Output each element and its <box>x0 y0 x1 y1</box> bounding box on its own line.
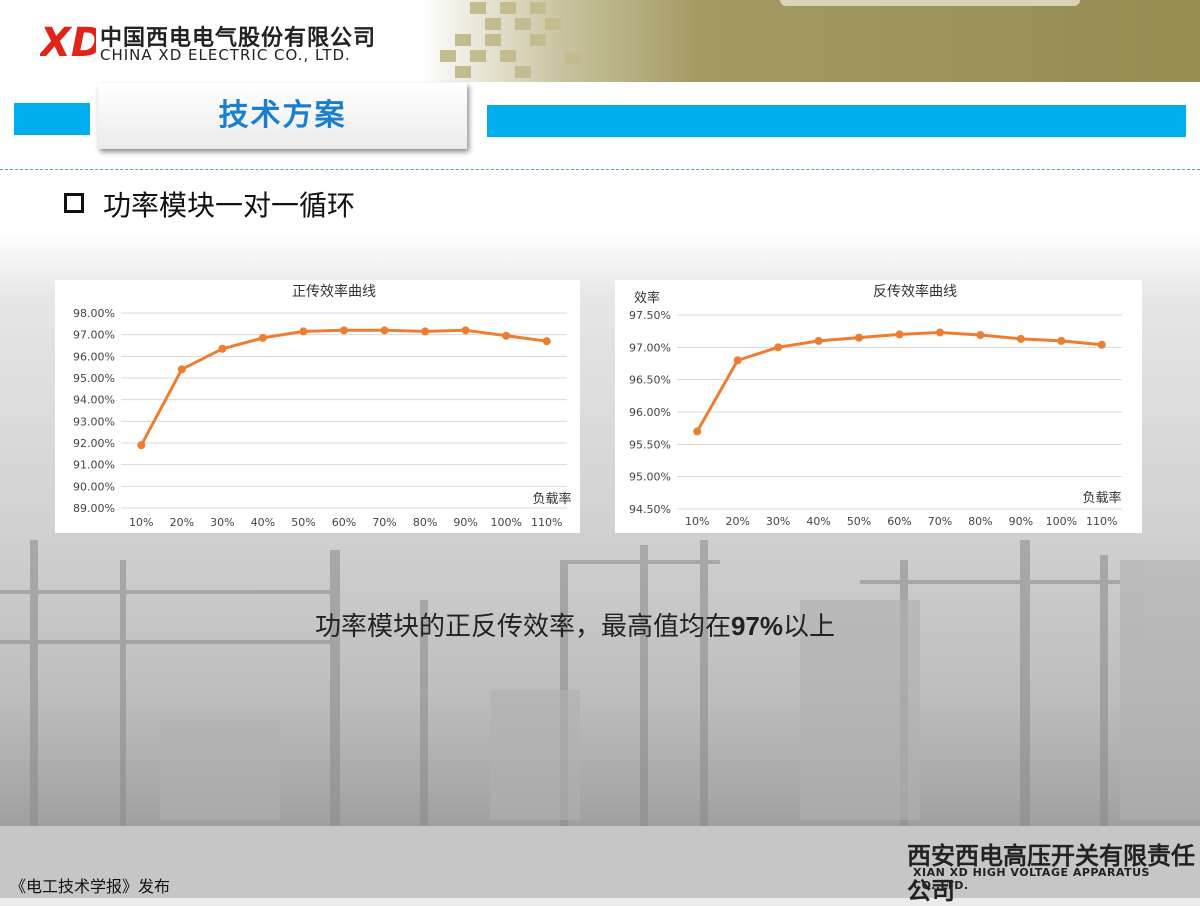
x-tick-label: 70% <box>928 515 952 528</box>
x-tick-label: 90% <box>453 516 477 529</box>
dashed-divider <box>0 169 1200 170</box>
data-point <box>380 326 389 335</box>
x-tick-label: 110% <box>1086 515 1117 528</box>
x-tick-label: 60% <box>887 515 911 528</box>
y-tick-label: 92.00% <box>73 437 115 450</box>
y-tick-label: 96.50% <box>629 374 671 387</box>
x-tick-label: 100% <box>1046 515 1077 528</box>
header-rim <box>780 0 1080 6</box>
data-point <box>299 327 308 336</box>
x-tick-label: 70% <box>372 516 396 529</box>
x-tick-label: 30% <box>766 515 790 528</box>
xd-logo-icon: XD <box>40 20 96 64</box>
x-tick-label: 30% <box>210 516 234 529</box>
checker-pattern-icon <box>440 2 581 78</box>
y-tick-label: 94.00% <box>73 394 115 407</box>
data-point <box>1057 336 1066 345</box>
data-point <box>542 337 551 346</box>
data-point <box>1016 334 1025 343</box>
y-tick-label: 89.00% <box>73 502 115 515</box>
svg-text:XD: XD <box>40 20 96 64</box>
y-tick-label: 97.50% <box>629 309 671 322</box>
x-tick-label: 10% <box>129 516 153 529</box>
x-tick-label: 40% <box>806 515 830 528</box>
y-tick-label: 93.00% <box>73 415 115 428</box>
footer-company-en: XIAN XD HIGH VOLTAGE APPARATUS CO.,LTD. <box>913 866 1150 892</box>
data-point <box>1097 340 1106 349</box>
data-point <box>976 331 985 340</box>
bullet-heading: 功率模块一对一循环 <box>103 189 356 222</box>
y-tick-label: 95.50% <box>629 438 671 451</box>
chart-title: 正传效率曲线 <box>292 283 376 300</box>
slide-title: 技术方案 <box>218 98 347 133</box>
series-line <box>139 328 547 446</box>
caption-highlight: 97% <box>730 611 784 641</box>
y-tick-label: 95.00% <box>629 471 671 484</box>
data-point <box>855 333 864 342</box>
y-axis-label: 效率 <box>634 290 660 306</box>
data-point <box>895 330 904 339</box>
y-tick-label: 98.00% <box>73 307 115 320</box>
title-box: 技术方案 <box>98 83 467 149</box>
caption-text-end: 以上 <box>783 612 836 642</box>
caption-text: 功率模块的正反传效率，最高值均在 <box>314 612 731 642</box>
data-point <box>733 356 742 365</box>
square-bullet-icon <box>64 193 84 213</box>
data-point <box>421 327 430 336</box>
accent-bar-left <box>14 103 90 135</box>
x-axis-label: 负载率 <box>532 491 571 507</box>
company-name-en: CHINA XD ELECTRIC CO., LTD. <box>100 46 351 64</box>
x-tick-label: 20% <box>170 516 194 529</box>
forward-efficiency-chart: 正传效率曲线负载率 89.00% 90.00% 91.00% 92.00% 93.00% 9… <box>55 280 580 533</box>
data-point <box>137 441 146 450</box>
x-tick-label: 90% <box>1009 515 1033 528</box>
data-point <box>258 333 267 342</box>
x-tick-label: 50% <box>291 516 315 529</box>
x-tick-label: 80% <box>413 516 437 529</box>
y-tick-label: 95.00% <box>73 372 115 385</box>
x-tick-label: 10% <box>685 515 709 528</box>
y-tick-label: 91.00% <box>73 459 115 472</box>
data-point <box>935 328 944 337</box>
data-point <box>774 343 783 352</box>
y-tick-label: 94.50% <box>629 503 671 516</box>
data-point <box>502 331 511 340</box>
y-tick-label: 96.00% <box>73 350 115 363</box>
data-point <box>461 326 470 335</box>
summary-caption: 功率模块的正反传效率，最高值均在97%以上 <box>0 606 1150 643</box>
y-tick-label: 97.00% <box>629 341 671 354</box>
data-point <box>814 336 823 345</box>
forward-chart-svg: 正传效率曲线负载率 89.00% 90.00% 91.00% 92.00% 93.00% 9… <box>73 283 571 529</box>
x-axis-label: 负载率 <box>1082 490 1121 506</box>
reverse-chart-svg: 反传效率曲线 效率负载率 94.50% 95.00% 95.50% 96.00% 96.50… <box>629 283 1122 528</box>
x-tick-label: 20% <box>725 515 749 528</box>
data-point <box>218 344 227 353</box>
data-point <box>177 365 186 374</box>
reverse-efficiency-chart: 反传效率曲线 效率负载率 94.50% 95.00% 95.50% 96.00% 96.50… <box>615 280 1142 533</box>
x-tick-label: 40% <box>251 516 275 529</box>
x-tick-label: 50% <box>847 515 871 528</box>
x-tick-label: 110% <box>531 516 562 529</box>
accent-bar-right <box>487 105 1186 137</box>
y-tick-label: 90.00% <box>73 480 115 493</box>
x-tick-label: 80% <box>968 515 992 528</box>
footer-source: 《电工技术学报》发布 <box>10 877 171 896</box>
data-point <box>693 427 702 436</box>
data-point <box>340 326 348 335</box>
y-tick-label: 97.00% <box>73 329 115 342</box>
x-tick-label: 60% <box>332 516 356 529</box>
x-tick-label: 100% <box>490 516 521 529</box>
y-tick-label: 96.00% <box>629 406 671 419</box>
chart-title: 反传效率曲线 <box>873 283 957 300</box>
